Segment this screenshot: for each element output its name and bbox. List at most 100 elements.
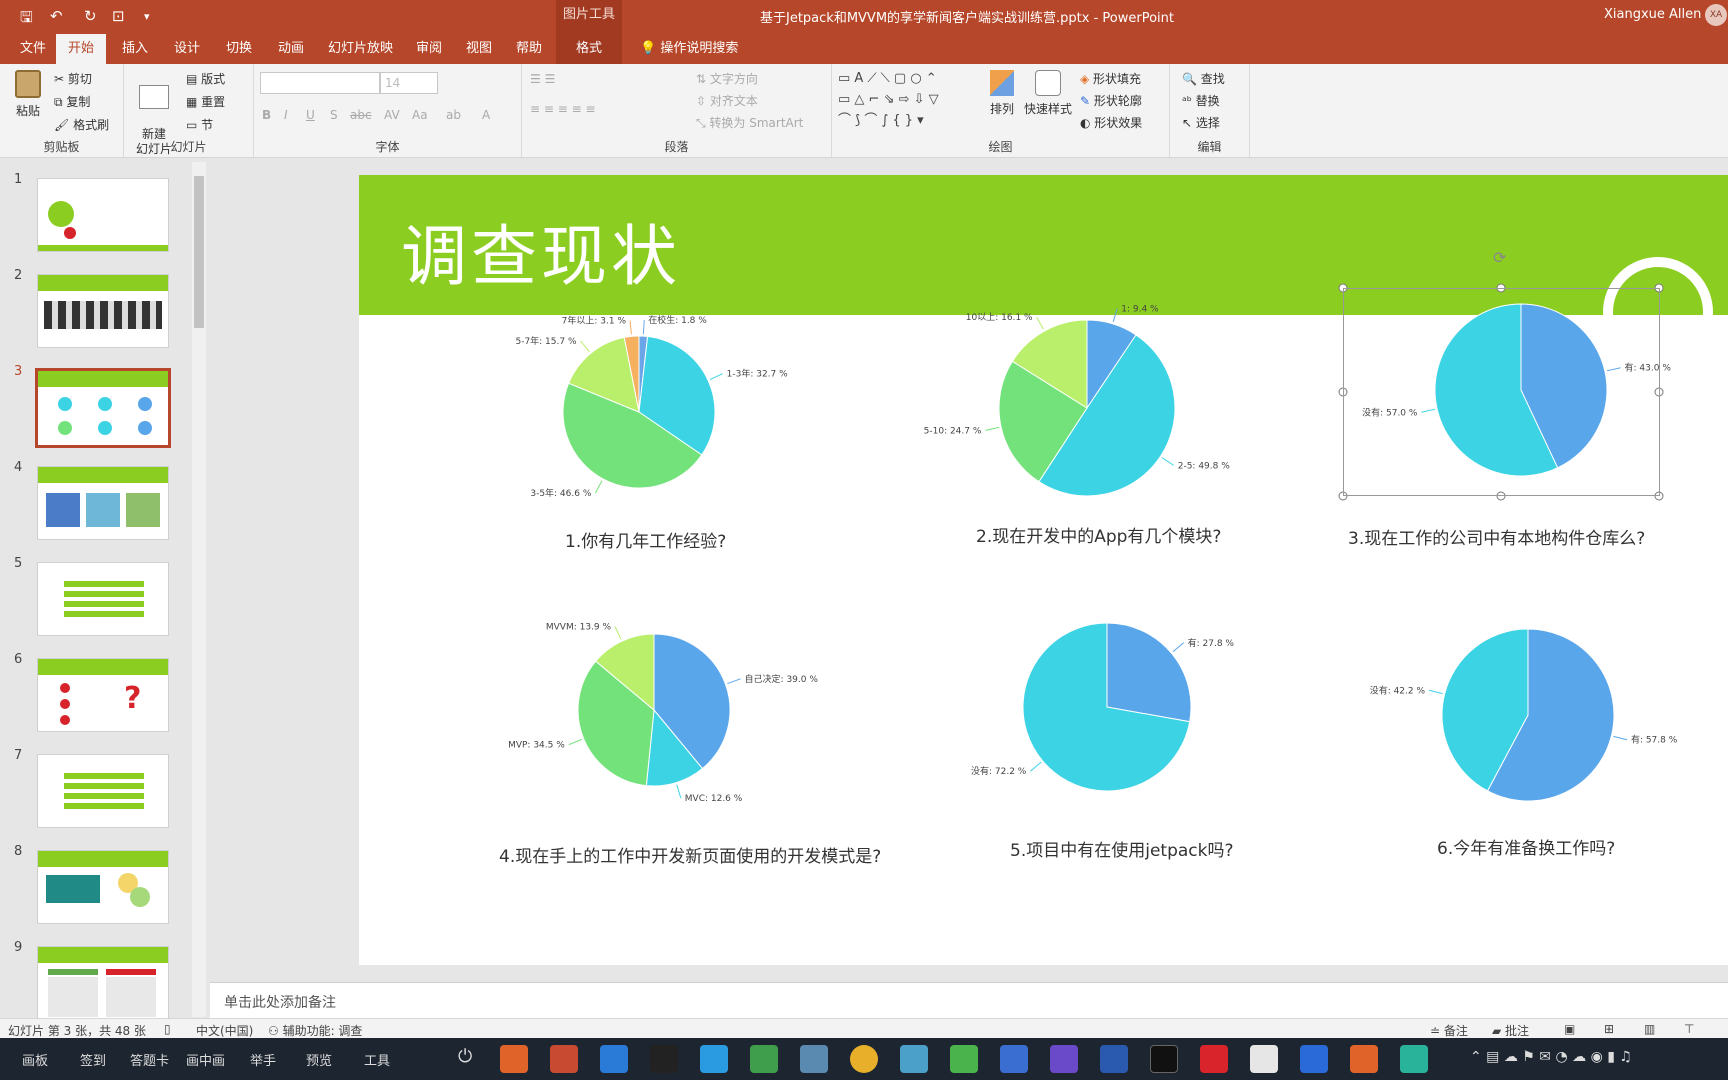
tab-animations[interactable]: 动画 (266, 34, 316, 64)
find-button[interactable]: 🔍 查找 (1182, 70, 1225, 87)
tab-format[interactable]: 格式 (556, 34, 622, 64)
tab-review[interactable]: 审阅 (404, 34, 454, 64)
rotate-handle[interactable]: ⟳ (1493, 248, 1506, 267)
align-text-button[interactable]: ⇳ 对齐文本 (696, 92, 758, 109)
cut-button[interactable]: ✂ 剪切 (54, 70, 92, 87)
app-icon-15[interactable] (1200, 1045, 1228, 1073)
slide-canvas[interactable]: 调查现状 在校生: 1.8 % 1-3年: 32.7 % 3-5年: 46.6 % 5… (359, 175, 1728, 965)
user-name[interactable]: Xiangxue Allen (1604, 7, 1701, 22)
tab-design[interactable]: 设计 (162, 34, 212, 64)
shape-effects-button[interactable]: ◐ 形状效果 (1080, 114, 1142, 131)
slide-sorter-icon[interactable]: ⊞ (1604, 1022, 1614, 1036)
taskbar-item[interactable]: 画中画 (186, 1050, 225, 1069)
tab-slideshow[interactable]: 幻灯片放映 (316, 34, 405, 64)
taskbar-item[interactable]: 预览 (306, 1050, 332, 1069)
shape-outline-button[interactable]: ✎ 形状轮廓 (1080, 92, 1142, 109)
taskbar-item[interactable]: 签到 (80, 1050, 106, 1069)
powerpoint-app-icon[interactable] (550, 1045, 578, 1073)
replace-button[interactable]: ᵃᵇ 替换 (1182, 92, 1220, 109)
paste-button[interactable]: 粘贴 (10, 70, 46, 128)
redo-icon[interactable]: ↻ (84, 7, 97, 25)
tab-insert[interactable]: 插入 (110, 34, 160, 64)
scrollbar-thumb[interactable] (194, 176, 204, 328)
highlight-icon[interactable]: ab (446, 108, 461, 122)
slide-thumbnail-5[interactable] (37, 562, 169, 636)
undo-icon[interactable]: ↶ (50, 7, 63, 25)
start-from-beginning-icon[interactable]: ⊡ (112, 7, 125, 25)
copy-button[interactable]: ⧉ 复制 (54, 93, 90, 110)
language-status[interactable]: 中文(中国) (196, 1022, 253, 1039)
font-family-combo[interactable] (260, 72, 380, 94)
slide-thumbnail-7[interactable] (37, 754, 169, 828)
tab-file[interactable]: 文件 (8, 34, 58, 64)
spellcheck-icon[interactable]: ▯ (164, 1022, 171, 1036)
power-icon[interactable]: ⏻ (458, 1046, 472, 1067)
slide-thumbnail-6[interactable]: ? (37, 658, 169, 732)
slide-thumbnail-8[interactable] (37, 850, 169, 924)
app-icon-13[interactable] (1100, 1045, 1128, 1073)
comments-toggle[interactable]: ▰ 批注 (1492, 1022, 1529, 1039)
app-icon-10[interactable] (950, 1045, 978, 1073)
taskbar-item[interactable]: 答题卡 (130, 1050, 169, 1069)
arrange-button[interactable]: 排列 (984, 70, 1020, 117)
tab-home[interactable]: 开始 (56, 34, 107, 64)
align-icons[interactable]: ≡ ≡ ≡ ≡ ≡ (530, 102, 596, 116)
avatar[interactable]: XA (1705, 4, 1727, 26)
notes-pane[interactable]: 单击此处添加备注 (210, 982, 1728, 1018)
system-tray-icons[interactable]: ⌃ ▤ ☁ ⚑ ✉ ◔ ☁ ◉ ▮ ♫ (1470, 1049, 1632, 1065)
select-button[interactable]: ↖ 选择 (1182, 114, 1220, 131)
app-icon-3[interactable] (600, 1045, 628, 1073)
font-size-combo[interactable]: 14 (380, 72, 438, 94)
section-button[interactable]: ▭ 节 (186, 116, 213, 133)
app-icon-19[interactable] (1400, 1045, 1428, 1073)
bullets-icon[interactable]: ☰ ☰ (530, 72, 555, 86)
customize-toolbar-icon[interactable]: ▾ (144, 10, 150, 23)
thumbnail-scrollbar[interactable] (192, 162, 206, 1017)
slide-thumbnail-2[interactable] (37, 274, 169, 348)
shapes-gallery[interactable]: ▭ A ⟋ ⟍ ▢ ○ ⌃ ▭ △ ⌐ ⇘ ⇨ ⇩ ▽ ⌒ ⟆ ⌒ ∫ { } ▾ (838, 68, 962, 134)
terminal-app-icon[interactable] (1150, 1045, 1178, 1073)
app-icon-9[interactable] (900, 1045, 928, 1073)
tab-view[interactable]: 视图 (454, 34, 504, 64)
slideshow-icon[interactable]: ⊤ (1684, 1022, 1694, 1036)
reset-button[interactable]: ▦ 重置 (186, 93, 225, 110)
app-icon-4[interactable] (650, 1045, 678, 1073)
notes-toggle[interactable]: ≐ 备注 (1430, 1022, 1468, 1039)
taskbar-item[interactable]: 画板 (22, 1050, 48, 1069)
change-case-icon[interactable]: Aa (412, 108, 428, 122)
tab-help[interactable]: 帮助 (504, 34, 554, 64)
italic-icon[interactable]: I (284, 108, 288, 122)
chrome-app-icon[interactable] (850, 1045, 878, 1073)
accessibility-status[interactable]: ⚇ 辅助功能: 调查 (268, 1022, 362, 1039)
text-direction-button[interactable]: ⇅ 文字方向 (696, 70, 758, 87)
strikethrough-icon[interactable]: abc (350, 108, 372, 122)
layout-button[interactable]: ▤ 版式 (186, 70, 225, 87)
selected-picture-frame[interactable] (1343, 288, 1660, 496)
font-color-icon[interactable]: A (482, 108, 490, 122)
app-icon-1[interactable] (500, 1045, 528, 1073)
app-icon-7[interactable] (800, 1045, 828, 1073)
app-icon-12[interactable] (1050, 1045, 1078, 1073)
app-icon-18[interactable] (1350, 1045, 1378, 1073)
taskbar-item[interactable]: 举手 (250, 1050, 276, 1069)
save-icon[interactable]: 🖫 (20, 7, 33, 32)
shadow-icon[interactable]: S (330, 108, 338, 122)
app-icon-16[interactable] (1250, 1045, 1278, 1073)
app-icon-6[interactable] (750, 1045, 778, 1073)
bold-icon[interactable]: B (262, 108, 271, 122)
app-icon-11[interactable] (1000, 1045, 1028, 1073)
app-icon-5[interactable] (700, 1045, 728, 1073)
shape-fill-button[interactable]: ◈ 形状填充 (1080, 70, 1141, 87)
format-painter-button[interactable]: 🖌 格式刷 (54, 116, 109, 133)
slide-thumbnail-3[interactable] (35, 368, 171, 448)
normal-view-icon[interactable]: ▣ (1564, 1022, 1575, 1036)
tell-me-search[interactable]: 💡 操作说明搜索 (628, 34, 750, 64)
app-icon-17[interactable] (1300, 1045, 1328, 1073)
slide-thumbnail-4[interactable] (37, 466, 169, 540)
reading-view-icon[interactable]: ▥ (1644, 1022, 1655, 1036)
smartart-button[interactable]: ⤡ 转换为 SmartArt (696, 114, 803, 131)
char-spacing-icon[interactable]: AV (384, 108, 400, 122)
tab-transitions[interactable]: 切换 (214, 34, 264, 64)
taskbar-item[interactable]: 工具 (364, 1050, 390, 1069)
quick-styles-button[interactable]: 快速样式 (1022, 70, 1074, 117)
